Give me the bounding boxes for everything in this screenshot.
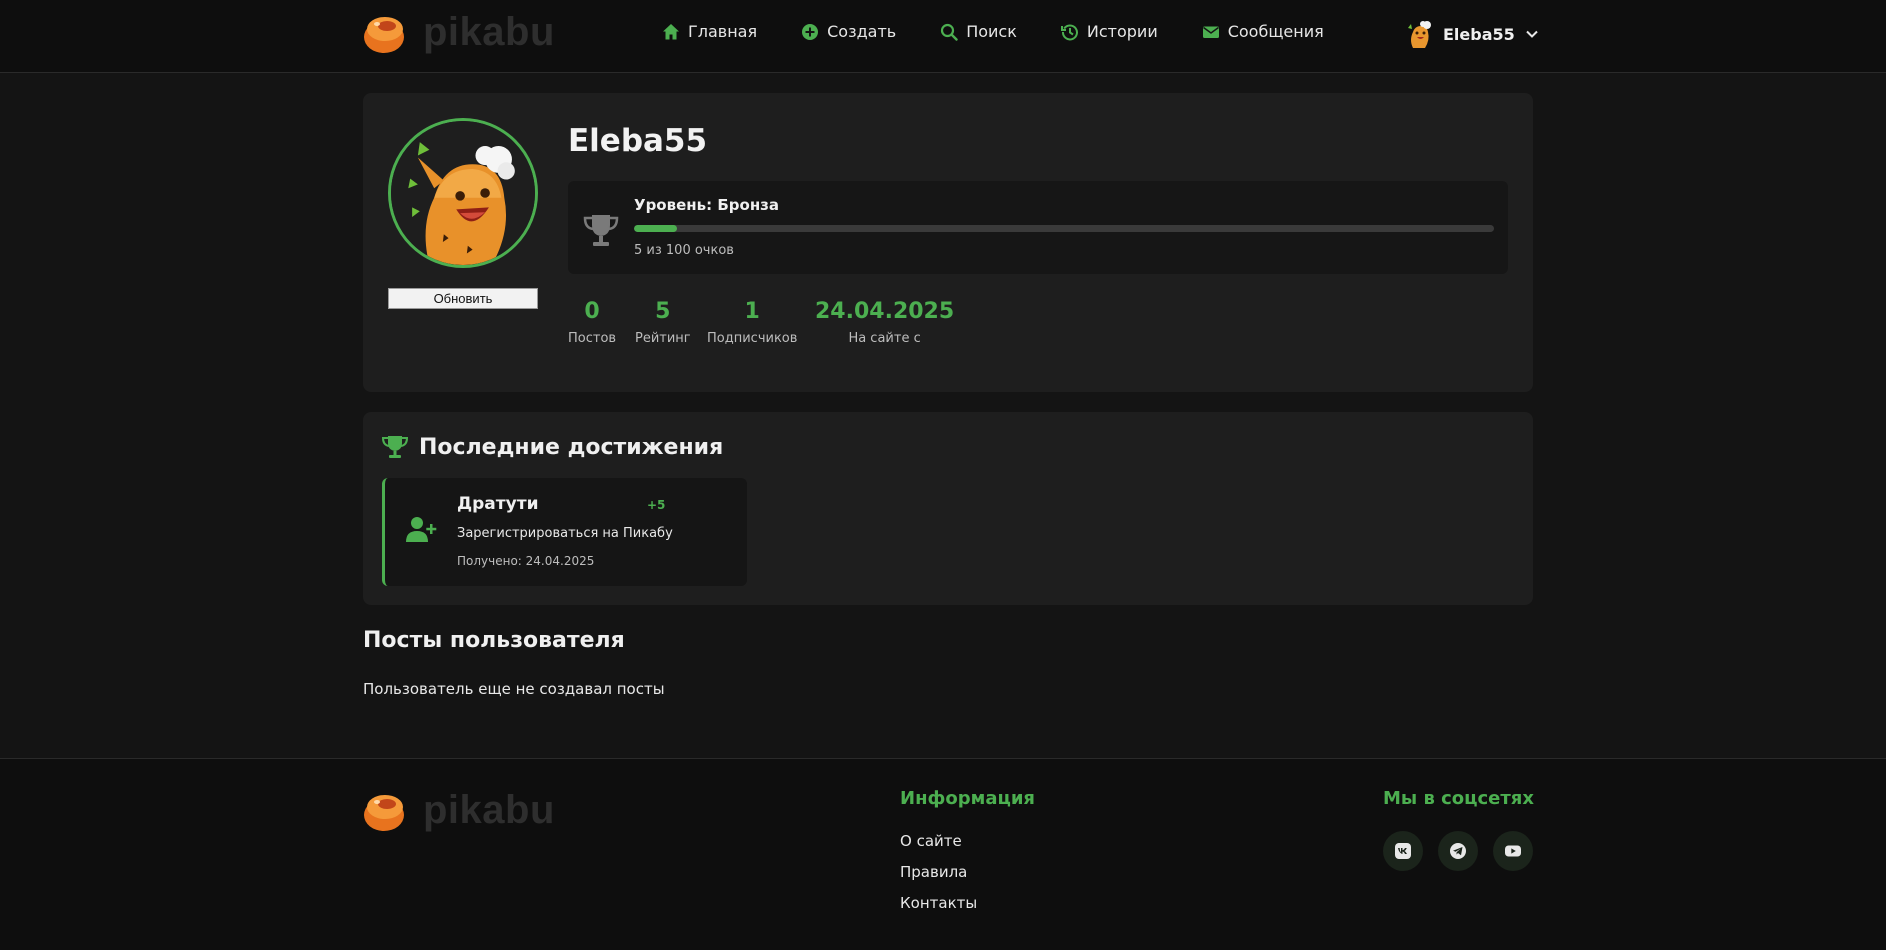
achievement-item[interactable]: Дратути +5 Зарегистрироваться на Пикабу … xyxy=(382,478,747,586)
logo-icon xyxy=(364,794,404,831)
level-box: Уровень: Бронза 5 из 100 очков xyxy=(568,181,1508,274)
nav-create[interactable]: Создать xyxy=(801,22,896,41)
top-header: pikabu Главная Создать Поиск Истории Соо… xyxy=(0,0,1886,73)
footer-info-title: Информация xyxy=(900,788,1035,809)
main-nav: Главная Создать Поиск Истории Сообщения xyxy=(662,22,1324,41)
home-icon xyxy=(663,23,679,39)
profile-avatar xyxy=(388,118,538,268)
nav-history[interactable]: Истории xyxy=(1060,22,1158,41)
posts-title: Посты пользователя xyxy=(363,628,625,653)
logo-text: pikabu xyxy=(423,10,555,54)
logo-icon xyxy=(364,16,404,53)
footer-link-about[interactable]: О сайте xyxy=(900,832,962,850)
search-icon xyxy=(941,23,958,41)
social-telegram-button[interactable] xyxy=(1438,831,1478,871)
stat-member-since: 24.04.2025 На сайте с xyxy=(815,299,954,346)
user-menu[interactable]: Eleba55 xyxy=(1403,18,1539,50)
avatar-image xyxy=(391,121,535,265)
footer-logo[interactable]: pikabu xyxy=(363,788,555,833)
stat-rating-value: 5 xyxy=(655,299,671,324)
achievement-description: Зарегистрироваться на Пикабу xyxy=(457,526,673,541)
stat-posts: 0 Постов xyxy=(568,299,616,346)
posts-empty-message: Пользователь еще не создавал посты xyxy=(363,680,665,698)
footer-link-rules[interactable]: Правила xyxy=(900,863,967,881)
stat-member-since-value: 24.04.2025 xyxy=(815,299,955,324)
nav-history-label: Истории xyxy=(1086,22,1158,41)
profile-username: Eleba55 xyxy=(568,123,708,159)
nav-create-label: Создать xyxy=(827,22,897,41)
trophy-icon xyxy=(381,436,409,458)
nav-messages[interactable]: Сообщения xyxy=(1202,22,1324,41)
user-avatar-small xyxy=(1408,21,1431,48)
telegram-icon xyxy=(1450,843,1466,859)
user-plus-icon xyxy=(406,517,437,542)
achievement-name: Дратути xyxy=(457,494,539,514)
stat-member-since-label: На сайте с xyxy=(848,331,921,346)
profile-card: Обновить Eleba55 Уровень: Бронза 5 из 10… xyxy=(363,93,1533,392)
level-title: Уровень: Бронза xyxy=(634,196,780,214)
footer-link-contacts[interactable]: Контакты xyxy=(900,894,977,912)
achievements-card: Последние достижения Дратути +5 Зарегист… xyxy=(363,412,1533,605)
nav-home-label: Главная xyxy=(688,22,758,41)
achievement-date: Получено: 24.04.2025 xyxy=(457,554,595,568)
social-vk-button[interactable] xyxy=(1383,831,1423,871)
achievements-header: Последние достижения xyxy=(381,434,723,460)
social-youtube-button[interactable] xyxy=(1493,831,1533,871)
refresh-button[interactable]: Обновить xyxy=(388,288,538,309)
stat-subscribers-value: 1 xyxy=(744,299,760,324)
stat-posts-label: Постов xyxy=(568,331,617,346)
level-points: 5 из 100 очков xyxy=(634,243,734,258)
nav-messages-label: Сообщения xyxy=(1227,22,1324,41)
stat-rating: 5 Рейтинг xyxy=(635,299,691,346)
site-logo[interactable]: pikabu xyxy=(363,10,555,55)
user-name: Eleba55 xyxy=(1443,24,1515,44)
youtube-icon xyxy=(1505,845,1521,857)
stat-posts-value: 0 xyxy=(584,299,600,324)
envelope-icon xyxy=(1202,26,1219,38)
nav-search[interactable]: Поиск xyxy=(940,22,1017,41)
plus-circle-icon xyxy=(802,23,819,40)
stat-rating-label: Рейтинг xyxy=(635,331,691,346)
stat-subscribers[interactable]: 1 Подписчиков xyxy=(707,299,797,346)
nav-search-label: Поиск xyxy=(966,22,1017,41)
history-icon xyxy=(1060,23,1078,40)
level-progress-bar xyxy=(634,225,1494,232)
nav-home[interactable]: Главная xyxy=(662,22,757,41)
footer-social-title: Мы в соцсетях xyxy=(1383,788,1534,809)
level-progress-fill xyxy=(634,225,677,232)
footer: pikabu Информация О сайте Правила Контак… xyxy=(0,758,1886,950)
achievements-title: Последние достижения xyxy=(419,434,724,460)
trophy-icon xyxy=(583,215,619,246)
chevron-down-icon xyxy=(1526,30,1538,38)
footer-logo-text: pikabu xyxy=(423,788,555,832)
stat-subscribers-label: Подписчиков xyxy=(707,331,798,346)
vk-icon xyxy=(1395,843,1411,859)
achievement-points: +5 xyxy=(647,498,666,512)
